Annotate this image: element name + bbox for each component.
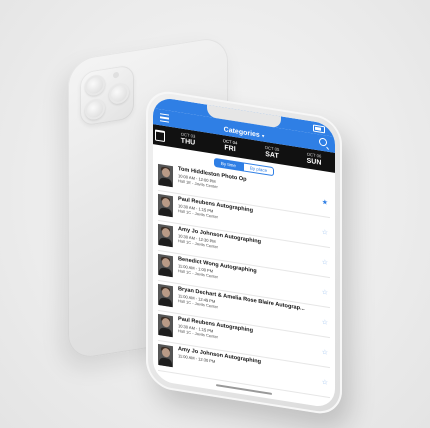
avatar <box>158 253 173 278</box>
camera-lens-icon <box>85 97 105 121</box>
flash-icon <box>113 71 119 79</box>
avatar <box>158 313 173 338</box>
categories-title: Categories <box>223 126 260 140</box>
camera-bump <box>80 64 134 127</box>
star-outline-icon[interactable]: ☆ <box>322 288 328 297</box>
avatar <box>158 193 173 218</box>
star-outline-icon[interactable]: ☆ <box>322 318 328 327</box>
event-list: Tom Hiddleston Photo Op 10:00 AM - 12:00… <box>153 160 335 399</box>
avatar <box>158 343 173 368</box>
front-phone: Categories ▾ OCT 03 THU OCT 04 FRI OCT 05… <box>146 88 344 418</box>
day-tab-sun[interactable]: OCT 06 SUN <box>293 151 335 169</box>
camera-lens-icon <box>85 73 105 97</box>
by-time-button[interactable]: By time <box>213 157 243 172</box>
calendar-icon[interactable] <box>153 124 167 146</box>
avatar <box>158 283 173 308</box>
phone-screen: Categories ▾ OCT 03 THU OCT 04 FRI OCT 05… <box>153 96 335 409</box>
camera-lens-icon <box>109 82 129 106</box>
star-icon[interactable]: ★ <box>322 198 328 207</box>
avatar <box>158 163 173 188</box>
day-tab-fri[interactable]: OCT 04 FRI <box>209 137 251 155</box>
chevron-down-icon: ▾ <box>261 133 265 140</box>
avatar <box>158 223 173 248</box>
star-outline-icon[interactable]: ☆ <box>322 348 328 357</box>
day-tab-sat[interactable]: OCT 05 SAT <box>251 144 293 162</box>
star-outline-icon[interactable]: ☆ <box>322 258 328 267</box>
side-button <box>342 189 344 220</box>
battery-icon <box>313 124 325 134</box>
search-icon[interactable] <box>319 137 327 147</box>
star-outline-icon[interactable]: ☆ <box>322 228 328 237</box>
menu-icon[interactable] <box>160 113 169 123</box>
star-outline-icon[interactable]: ☆ <box>322 378 328 387</box>
day-tab-thu[interactable]: OCT 03 THU <box>167 131 209 149</box>
